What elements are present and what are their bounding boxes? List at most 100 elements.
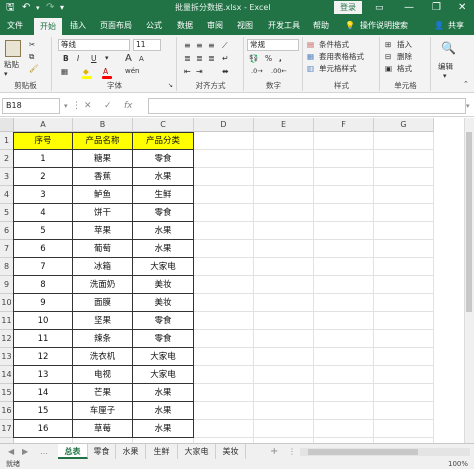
cell-c16[interactable]: 水果 [133, 402, 194, 420]
cell-a5[interactable]: 4 [14, 204, 73, 222]
align-right-icon[interactable]: ≣ [208, 53, 215, 64]
sheet-tab[interactable]: 生鲜 [146, 444, 178, 459]
cell-d4[interactable] [194, 186, 254, 204]
cell-e15[interactable] [254, 384, 314, 402]
italic-button[interactable]: I [77, 53, 79, 64]
cell-e8[interactable] [254, 258, 314, 276]
row-header[interactable]: 4 [0, 186, 14, 204]
format-painter-icon[interactable]: 🖌 [29, 63, 39, 74]
cell-f15[interactable] [314, 384, 374, 402]
cell-d1[interactable] [194, 132, 254, 150]
cell-d5[interactable] [194, 204, 254, 222]
cell-e12[interactable] [254, 330, 314, 348]
sheet-tab[interactable]: 零食 [88, 444, 116, 459]
cell-a3[interactable]: 2 [14, 168, 73, 186]
column-header-b[interactable]: B [73, 118, 133, 132]
column-header-c[interactable]: C [133, 118, 194, 132]
cell-f12[interactable] [314, 330, 374, 348]
number-format-select[interactable]: 常规 [247, 39, 299, 51]
cell-b10[interactable]: 面膜 [73, 294, 133, 312]
row-header[interactable]: 1 [0, 132, 14, 150]
row-header[interactable]: 7 [0, 240, 14, 258]
cell-b14[interactable]: 电视 [73, 366, 133, 384]
column-header-d[interactable]: D [194, 118, 254, 132]
cell-g3[interactable] [374, 168, 434, 186]
format-cells-icon[interactable]: ▣ [385, 63, 392, 74]
tab-split-handle-icon[interactable]: ⋮ [288, 446, 296, 458]
cell-g16[interactable] [374, 402, 434, 420]
paste-dropdown-icon[interactable]: ▾ [4, 69, 8, 80]
cell-g6[interactable] [374, 222, 434, 240]
tab-file[interactable]: 文件 [7, 19, 23, 32]
delete-cells-button[interactable]: 删除 [397, 51, 412, 62]
cell-b5[interactable]: 饼干 [73, 204, 133, 222]
tab-view[interactable]: 视图 [237, 19, 253, 32]
cell-c14[interactable]: 大家电 [133, 366, 194, 384]
cell-b13[interactable]: 洗衣机 [73, 348, 133, 366]
align-center-icon[interactable]: ≣ [196, 53, 203, 64]
cell-f5[interactable] [314, 204, 374, 222]
share-icon[interactable]: 👤 [434, 19, 444, 32]
cell-d16[interactable] [194, 402, 254, 420]
cell-d13[interactable] [194, 348, 254, 366]
cell-a1[interactable]: 序号 [14, 132, 73, 150]
increase-decimal-icon[interactable]: .0→ [251, 66, 263, 77]
cut-icon[interactable]: ✂ [29, 39, 35, 50]
cell-c1[interactable]: 产品分类 [133, 132, 194, 150]
sheet-prev-icon[interactable]: ◀ [8, 446, 14, 458]
cell-a9[interactable]: 8 [14, 276, 73, 294]
cell-a8[interactable]: 7 [14, 258, 73, 276]
cell-g2[interactable] [374, 150, 434, 168]
tab-home[interactable]: 开始 [34, 18, 62, 35]
cell-c6[interactable]: 水果 [133, 222, 194, 240]
cell-b11[interactable]: 坚果 [73, 312, 133, 330]
column-header-a[interactable]: A [14, 118, 73, 132]
conditional-format-button[interactable]: 条件格式 [319, 39, 349, 50]
merge-center-icon[interactable]: ⬌ [222, 66, 229, 77]
cell-f16[interactable] [314, 402, 374, 420]
cell-a7[interactable]: 6 [14, 240, 73, 258]
font-name-select[interactable]: 等线 [58, 39, 130, 51]
insert-cells-icon[interactable]: ⊞ [385, 39, 391, 50]
cell-f9[interactable] [314, 276, 374, 294]
cell-a16[interactable]: 15 [14, 402, 73, 420]
copy-icon[interactable]: ⧉ [29, 51, 34, 62]
horizontal-scrollbar[interactable] [300, 448, 470, 456]
cell-c9[interactable]: 美妆 [133, 276, 194, 294]
undo-dropdown-icon[interactable]: ▾ [36, 1, 40, 15]
cell-g7[interactable] [374, 240, 434, 258]
cell-d6[interactable] [194, 222, 254, 240]
vertical-scroll-thumb[interactable] [466, 132, 472, 312]
underline-button[interactable]: U [91, 53, 97, 64]
cell-f7[interactable] [314, 240, 374, 258]
cell-d3[interactable] [194, 168, 254, 186]
lightbulb-icon[interactable]: 💡 [345, 19, 355, 32]
cell-c5[interactable]: 零食 [133, 204, 194, 222]
cell-a12[interactable]: 11 [14, 330, 73, 348]
undo-icon[interactable]: ↶ [22, 1, 30, 15]
cell-a13[interactable]: 12 [14, 348, 73, 366]
horizontal-scroll-thumb[interactable] [308, 449, 418, 455]
cell-g10[interactable] [374, 294, 434, 312]
cell-g13[interactable] [374, 348, 434, 366]
close-button[interactable]: ✕ [458, 1, 466, 15]
cell-g14[interactable] [374, 366, 434, 384]
tab-formulas[interactable]: 公式 [146, 19, 162, 32]
cell-b1[interactable]: 产品名称 [73, 132, 133, 150]
format-as-table-button[interactable]: 套用表格格式 [319, 51, 364, 62]
cell-a15[interactable]: 14 [14, 384, 73, 402]
align-bottom-icon[interactable]: ≡ [208, 40, 215, 51]
tab-review[interactable]: 审阅 [207, 19, 223, 32]
cell-f17[interactable] [314, 420, 374, 438]
row-header[interactable]: 9 [0, 276, 14, 294]
cell-d15[interactable] [194, 384, 254, 402]
select-all-corner[interactable] [0, 118, 14, 132]
cell-b7[interactable]: 葡萄 [73, 240, 133, 258]
align-top-icon[interactable]: ≡ [184, 40, 191, 51]
expand-formula-bar-icon[interactable]: ▾ [466, 99, 470, 113]
cell-f10[interactable] [314, 294, 374, 312]
sheet-tab[interactable]: 水果 [116, 444, 146, 459]
row-header[interactable]: 15 [0, 384, 14, 402]
cell-f8[interactable] [314, 258, 374, 276]
login-button[interactable]: 登录 [334, 1, 362, 14]
